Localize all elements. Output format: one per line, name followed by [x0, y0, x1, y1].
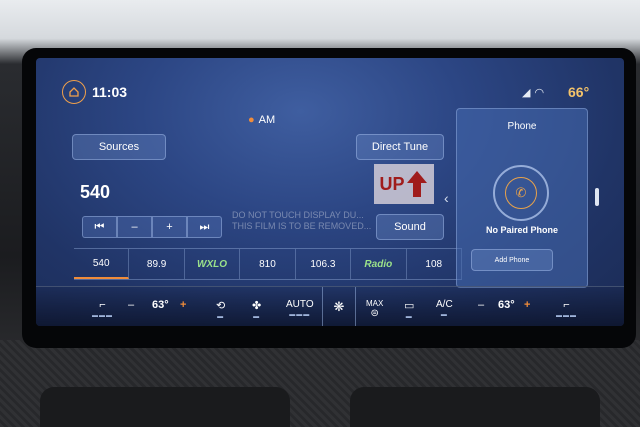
sound-button[interactable]: Sound: [376, 214, 444, 240]
preset-7[interactable]: 108: [407, 249, 462, 279]
seek-back-button[interactable]: ⏮: [82, 216, 117, 238]
fan-icon[interactable]: ✤ ▬: [252, 299, 261, 320]
preset-3[interactable]: WXLO: [185, 249, 241, 279]
rear-defrost-icon[interactable]: ▭ ▬: [404, 299, 414, 320]
phone-ring[interactable]: ✆: [493, 165, 549, 221]
clock: 11:03: [92, 84, 128, 100]
preset-bar: 540 89.9 WXLO 810 106.3 Radio 108: [74, 248, 462, 280]
status-icons: ◢◠: [522, 86, 548, 99]
infotainment-screen: 11:03 ◢◠ 66° ● AM Sources Direct Tune 540…: [36, 58, 624, 326]
signal-icon: ◢: [522, 87, 535, 99]
ac-label: A/C: [436, 299, 453, 310]
sticker-text: UP: [379, 173, 405, 194]
preset-1[interactable]: 540: [74, 249, 130, 279]
tuning-controls: ⏮ – + ⏭: [82, 216, 222, 238]
tune-up-button[interactable]: +: [152, 216, 187, 238]
climate-bar: ⌐ ▬▬▬ – 63° + ⟲ ▬ ✤ ▬ AUTO ▬▬▬ ❋ MAX ⊜ ▭ ▬ A/C…: [36, 286, 624, 326]
max-label: MAX: [366, 299, 384, 308]
recirculation-icon[interactable]: ⟲ ▬: [216, 299, 225, 320]
ac-button[interactable]: A/C ▬: [436, 299, 453, 318]
auto-label: AUTO: [286, 299, 314, 310]
defrost-icon: ⊜: [370, 308, 379, 319]
phone-icon: ✆: [505, 177, 537, 209]
phone-title: Phone: [507, 121, 537, 132]
preset-6[interactable]: Radio: [351, 249, 407, 279]
preset-4[interactable]: 810: [240, 249, 296, 279]
arrow-up-icon: [406, 171, 427, 197]
preset-5[interactable]: 106.3: [296, 249, 352, 279]
phone-panel[interactable]: Phone ✆ No Paired Phone Add Phone: [456, 108, 588, 288]
seek-forward-button[interactable]: ⏭: [187, 216, 222, 238]
left-temp-up-button[interactable]: +: [180, 299, 186, 311]
scroll-indicator[interactable]: [595, 188, 599, 206]
radio-band-label: ● AM: [248, 114, 275, 126]
sources-button[interactable]: Sources: [72, 134, 166, 160]
current-frequency: 540: [80, 182, 111, 202]
outside-temperature: 66°: [568, 84, 590, 100]
heated-seat-right-icon[interactable]: ⌐ ▬▬▬: [556, 299, 577, 319]
home-icon[interactable]: [62, 80, 86, 104]
right-air-vent: [350, 387, 600, 427]
max-defrost-button[interactable]: MAX ⊜: [366, 299, 383, 319]
right-temperature: 63°: [498, 299, 515, 311]
right-temp-up-button[interactable]: +: [524, 299, 530, 311]
left-temperature: 63°: [152, 299, 169, 311]
climate-mode-button[interactable]: ❋: [322, 287, 356, 326]
auto-button[interactable]: AUTO ▬▬▬: [286, 299, 314, 318]
add-phone-button[interactable]: Add Phone: [471, 249, 553, 271]
right-temp-down-button[interactable]: –: [478, 299, 484, 311]
radio-icon: ●: [248, 114, 255, 126]
direct-tune-button[interactable]: Direct Tune: [356, 134, 444, 160]
protective-film-sticker: UP: [374, 164, 434, 204]
band-text: AM: [258, 114, 276, 126]
phone-status: No Paired Phone: [485, 225, 558, 235]
tune-down-button[interactable]: –: [117, 216, 152, 238]
preset-2[interactable]: 89.9: [129, 249, 185, 279]
chevron-left-icon[interactable]: ‹: [444, 190, 449, 206]
heated-seat-left-icon[interactable]: ⌐ ▬▬▬: [92, 299, 113, 319]
wifi-icon: ◠: [534, 87, 549, 99]
left-air-vent: [40, 387, 290, 427]
left-temp-down-button[interactable]: –: [128, 299, 134, 311]
climate-mode-icon: ❋: [333, 299, 345, 314]
